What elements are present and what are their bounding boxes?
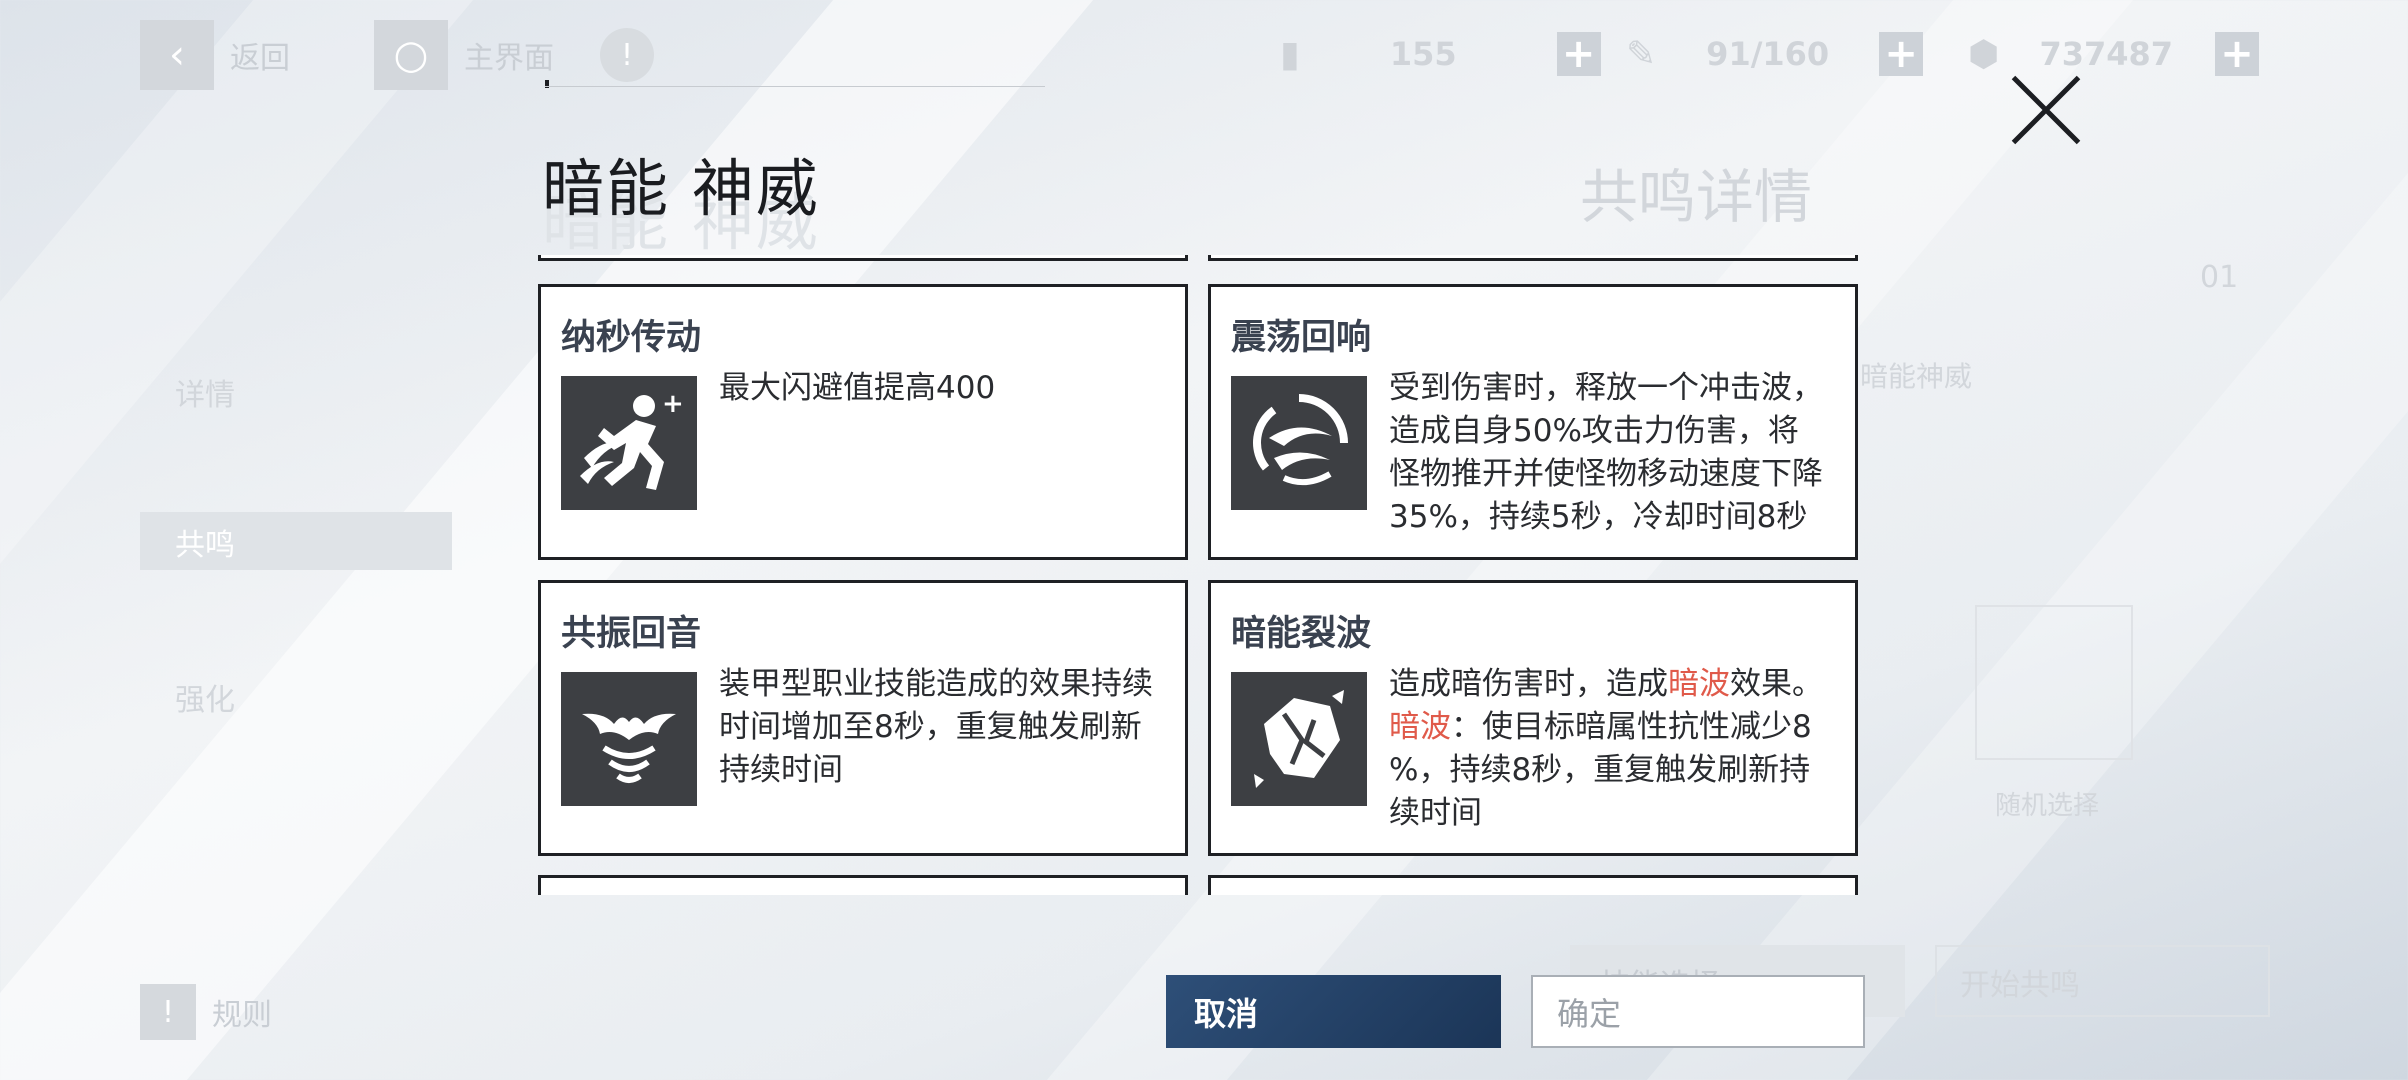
skill-desc-line: 时间增加至8秒，重复触发刷新 <box>719 709 1142 745</box>
skill-name: 震荡回响 <box>1231 318 1372 358</box>
info-icon: ! <box>600 28 654 82</box>
back-button[interactable]: ‹ 返回 <box>140 20 290 90</box>
skill-card-nanosecond-drive[interactable]: 纳秒传动 + 最大闪避值提高400 <box>538 284 1188 560</box>
confirm-button[interactable]: 确定 <box>1531 975 1865 1048</box>
add-resource-1-button[interactable]: + <box>1556 32 1601 76</box>
skill-desc-line: 造成暗伤害时，造成暗波效果。 <box>1389 666 1823 702</box>
resource-1-value: 155 <box>1389 35 1457 73</box>
left-menu-item-resonance[interactable]: 共鸣 <box>175 520 235 564</box>
keyword-dark-wave: 暗波 <box>1668 666 1730 702</box>
shockwave-icon <box>1231 376 1367 510</box>
modal-title: 暗能 神威 <box>542 152 820 225</box>
skill-name: 共振回音 <box>561 614 702 654</box>
background-start-button[interactable]: 开始共鸣 <box>1960 960 2080 1004</box>
skill-card-resonance-echo[interactable]: 共振回音 装甲型职业技能造成的效果持续 时间增加至8秒，重复触发刷新 持续时间 <box>538 580 1188 856</box>
svg-text:+: + <box>662 389 684 419</box>
cancel-button[interactable]: 取消 <box>1166 975 1501 1048</box>
resource-energy: ✎ 91/160 + <box>1626 24 1924 84</box>
skill-card-partial[interactable] <box>1208 875 1858 895</box>
skill-desc-line: 装甲型职业技能造成的效果持续 <box>719 666 1153 702</box>
left-menu-item-details[interactable]: 详情 <box>175 370 235 414</box>
shattered-rock-icon <box>1231 672 1367 806</box>
skill-card-list[interactable]: 纳秒传动 + 最大闪避值提高400 震荡回响 受到伤害时，释放一个冲击波， 造成… <box>538 255 1860 895</box>
background-caption: 暗能神威 <box>1860 360 1973 393</box>
skill-card-partial[interactable] <box>1208 255 1858 261</box>
skill-desc-line: 怪物推开并使怪物移动速度下降 <box>1389 456 1823 492</box>
home-label: 主界面 <box>464 41 554 76</box>
battery-icon: ▮ <box>1280 33 1300 75</box>
chevron-left-icon: ‹ <box>140 20 214 90</box>
resource-2-value: 91/160 <box>1706 35 1830 73</box>
keyword-dark-wave: 暗波 <box>1389 709 1451 745</box>
skill-name: 纳秒传动 <box>561 318 702 358</box>
close-button[interactable] <box>2010 74 2082 146</box>
back-label: 返回 <box>230 41 290 76</box>
skill-desc-line: 暗波：使目标暗属性抗性减少8 <box>1389 709 1812 745</box>
resource-3-value: 737487 <box>2039 35 2174 73</box>
add-resource-3-button[interactable]: + <box>2215 32 2260 76</box>
skill-desc-line: 35%，持续5秒，冷却时间8秒 <box>1389 499 1808 535</box>
left-menu-item-enhance[interactable]: 强化 <box>175 675 235 719</box>
skill-desc-line: 续时间 <box>1389 795 1482 831</box>
cancel-label: 取消 <box>1194 994 1259 1033</box>
skill-card-partial[interactable] <box>538 255 1188 261</box>
background-slot-number: 01 <box>2200 260 2239 295</box>
bat-echo-icon <box>561 672 697 806</box>
resource-stamina: ▮ 155 + <box>1280 24 1601 84</box>
info-circle-icon: ! <box>140 984 196 1040</box>
title-divider <box>545 86 1045 87</box>
rules-button[interactable]: ! 规则 <box>140 983 272 1041</box>
home-button[interactable]: ○ 主界面 <box>374 20 554 90</box>
home-circle-icon: ○ <box>374 20 448 90</box>
add-resource-2-button[interactable]: + <box>1879 32 1924 76</box>
skill-desc-line: %，持续8秒，重复触发刷新持 <box>1389 752 1811 788</box>
info-button[interactable]: ! <box>600 20 654 90</box>
skill-name: 暗能裂波 <box>1231 614 1372 654</box>
skill-card-shock-echo[interactable]: 震荡回响 受到伤害时，释放一个冲击波， 造成自身50%攻击力伤害，将 怪物推开并… <box>1208 284 1858 560</box>
rules-label: 规则 <box>212 998 272 1033</box>
background-section-title: 共鸣详情 <box>1580 163 1813 231</box>
skill-desc-line: 受到伤害时，释放一个冲击波， <box>1389 370 1823 406</box>
confirm-label: 确定 <box>1557 994 1622 1033</box>
skill-desc-line: 造成自身50%攻击力伤害，将 <box>1389 413 1799 449</box>
dodge-runner-icon: + <box>561 376 697 510</box>
background-caption-2: 随机选择 <box>1995 791 2100 821</box>
skill-desc-line: 最大闪避值提高400 <box>719 370 996 406</box>
skill-card-dark-rift[interactable]: 暗能裂波 造成暗伤害时，造成暗波效果。 暗波：使目标暗属性抗性减少8 %，持续8… <box>1208 580 1858 856</box>
energy-icon: ✎ <box>1626 33 1657 75</box>
skill-card-partial[interactable] <box>538 875 1188 895</box>
skill-desc-line: 持续时间 <box>719 752 843 788</box>
coin-icon: ⬢ <box>1968 33 2000 75</box>
